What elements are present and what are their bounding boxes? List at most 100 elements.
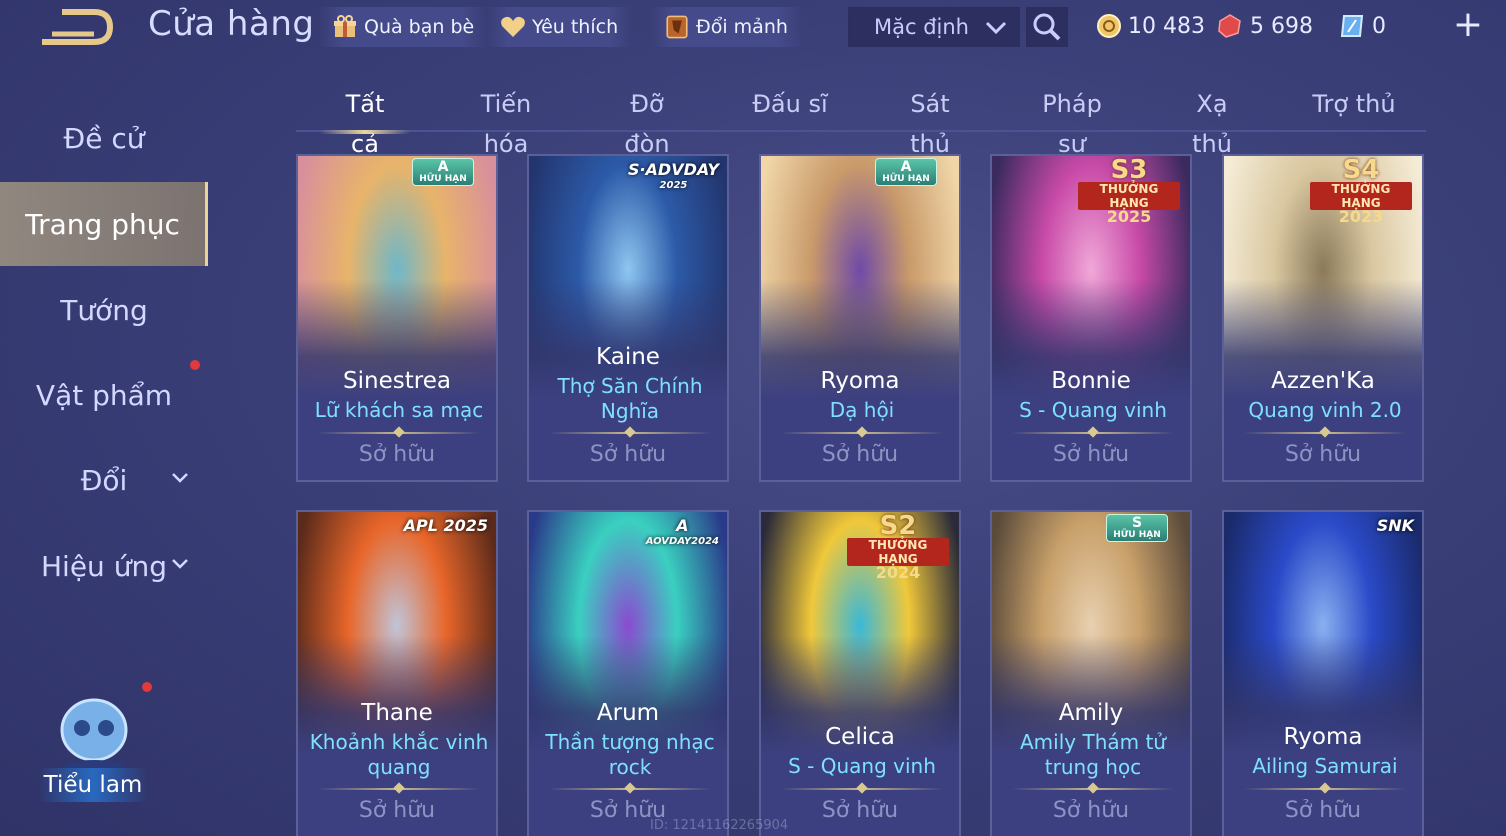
skin-card[interactable]: S2 THƯỞNG HẠNG 2024 Celica S - Quang vinh Sở … xyxy=(759,510,961,836)
skin-card[interactable]: S HỮU HẠN Amily Amily Thám tử trung học Sở h… xyxy=(990,510,1192,836)
voucher-icon xyxy=(1340,15,1364,37)
tab-all[interactable]: Tất cả xyxy=(320,84,410,158)
card-divider xyxy=(318,788,480,790)
owned-status: Sở hữu xyxy=(358,798,436,823)
sidebar-item-exchange[interactable]: Đổi xyxy=(0,440,208,520)
page-title: Cửa hàng xyxy=(148,4,315,44)
tab-evolution[interactable]: Tiến hóa xyxy=(456,84,556,158)
badge-season: S3 xyxy=(1110,155,1148,185)
sidebar-item-costumes[interactable]: Trang phục xyxy=(0,182,208,266)
skin-name: Thần tượng nhạc rock xyxy=(545,730,715,779)
add-currency-button[interactable]: + xyxy=(1452,7,1484,44)
skin-card[interactable]: APL 2025 Thane Khoảnh khắc vinh quang Sở hữ… xyxy=(296,510,498,836)
voucher-amount: 0 xyxy=(1372,13,1386,39)
shard-exchange-label: Đổi mảnh xyxy=(696,16,788,38)
skin-card[interactable]: S·ADVDAY 2025 Kaine Thợ Săn Chính Nghĩa Sở h… xyxy=(527,154,729,482)
tab-marksman[interactable]: Xạ thủ xyxy=(1176,84,1248,158)
skin-card[interactable]: S3 THƯỞNG HẠNG 2025 Bonnie S - Quang vinh Sở … xyxy=(990,154,1192,482)
chevron-down-icon xyxy=(172,559,188,569)
skin-name: Dạ hội xyxy=(829,398,895,422)
tab-tank[interactable]: Đỡ đòn xyxy=(604,84,690,158)
owned-status: Sở hữu xyxy=(821,442,899,467)
hero-name: Amily xyxy=(1058,700,1124,726)
shard-exchange-button[interactable]: Đổi mảnh xyxy=(650,7,802,47)
sidebar-item-effects[interactable]: Hiệu ứng xyxy=(0,526,208,606)
hero-name: Bonnie xyxy=(1051,368,1131,394)
owned-status: Sở hữu xyxy=(589,442,667,467)
skin-card[interactable]: SNK Ryoma Ailing Samurai Sở hữu xyxy=(1222,510,1424,836)
owned-status: Sở hữu xyxy=(821,798,899,823)
badge-text: SNK xyxy=(1376,516,1414,535)
chevron-down-icon xyxy=(985,21,1007,35)
skin-card[interactable]: S4 THƯỞNG HẠNG 2023 Azzen'Ka Quang vinh 2.0 S… xyxy=(1222,154,1424,482)
rank-reward-badge: S2 THƯỞNG HẠNG 2024 xyxy=(843,511,953,581)
sidebar-item-items[interactable]: Vật phẩm xyxy=(0,355,208,435)
avatar-label[interactable]: Tiểu lam xyxy=(38,768,148,802)
badge-text: HỮU HẠN xyxy=(882,174,930,184)
user-id-watermark: ID: 12141162265904 xyxy=(650,818,789,833)
event-badge: APL 2025 xyxy=(404,518,488,534)
sort-dropdown[interactable]: Mặc định xyxy=(848,7,1020,47)
limited-badge: S HỮU HẠN xyxy=(1106,514,1168,542)
tab-support[interactable]: Trợ thủ xyxy=(1312,84,1396,128)
category-tabs: Tất cả Tiến hóa Đỡ đòn Đấu sĩ Sát thủ Ph… xyxy=(296,78,1426,158)
badge-season: S2 xyxy=(879,511,917,541)
limited-badge: A HỮU HẠN xyxy=(412,158,474,186)
owned-status: Sở hữu xyxy=(1052,798,1130,823)
card-divider xyxy=(1012,432,1174,434)
card-divider xyxy=(549,432,711,434)
badge-year: 2024 xyxy=(875,563,921,582)
ruby-amount: 5 698 xyxy=(1250,13,1313,39)
owned-status: Sở hữu xyxy=(1284,798,1362,823)
badge-letter: A xyxy=(437,159,449,175)
badge-subtext: 2025 xyxy=(659,180,688,191)
skin-card[interactable]: A HỮU HẠN Sinestrea Lữ khách sa mạc Sở hữu xyxy=(296,154,498,482)
friend-gift-button[interactable]: Quà bạn bè xyxy=(318,7,489,47)
skin-card[interactable]: A AOVDAY2024 Arum Thần tượng nhạc rock Sở hữ… xyxy=(527,510,729,836)
sidebar-item-heroes[interactable]: Tướng xyxy=(0,270,208,350)
search-button[interactable] xyxy=(1026,7,1068,47)
skin-card[interactable]: A HỮU HẠN Ryoma Dạ hội Sở hữu xyxy=(759,154,961,482)
search-icon xyxy=(1033,13,1061,41)
hero-name: Thane xyxy=(361,700,433,726)
sidebar-item-label: Đổi xyxy=(80,463,128,497)
tab-fighter[interactable]: Đấu sĩ xyxy=(750,84,830,128)
sidebar-item-recommended[interactable]: Đề cử xyxy=(0,98,208,178)
hero-name: Kaine xyxy=(596,344,660,370)
back-arrow-icon[interactable] xyxy=(38,8,114,46)
badge-ribbon: THƯỞNG HẠNG xyxy=(1078,182,1180,210)
card-divider xyxy=(1244,788,1406,790)
sidebar-item-label: Đề cử xyxy=(63,121,145,155)
skin-name: S - Quang vinh xyxy=(1019,398,1167,422)
tab-assassin[interactable]: Sát thủ xyxy=(888,84,972,158)
rank-reward-badge: S4 THƯỞNG HẠNG 2023 xyxy=(1306,157,1416,225)
sort-value: Mặc định xyxy=(874,15,969,39)
ruby-icon xyxy=(1218,14,1241,38)
owned-status: Sở hữu xyxy=(358,442,436,467)
card-divider xyxy=(549,788,711,790)
notification-dot xyxy=(190,360,200,370)
sidebar-item-label: Hiệu ứng xyxy=(41,549,167,583)
badge-letter: S xyxy=(1131,515,1143,531)
badge-year: 2025 xyxy=(1106,207,1152,226)
voucher-currency: 0 xyxy=(1338,8,1386,44)
sidebar-item-label: Vật phẩm xyxy=(35,378,173,412)
sidebar-item-label: Trang phục xyxy=(25,207,180,241)
gold-amount: 10 483 xyxy=(1128,13,1205,39)
rank-reward-badge: S3 THƯỞNG HẠNG 2025 xyxy=(1074,155,1184,225)
orb-creature-icon xyxy=(60,698,128,772)
friend-gift-label: Quà bạn bè xyxy=(364,16,475,38)
shard-icon xyxy=(664,14,690,40)
skin-name: Thợ Săn Chính Nghĩa xyxy=(557,374,703,423)
ruby-currency: 5 698 xyxy=(1216,8,1313,44)
favorites-button[interactable]: Yêu thích xyxy=(486,7,633,47)
hero-name: Arum xyxy=(596,700,660,726)
badge-ribbon: THƯỞNG HẠNG xyxy=(1310,182,1412,210)
chevron-down-icon xyxy=(172,473,188,483)
heart-icon xyxy=(500,14,526,40)
tab-mage[interactable]: Pháp sư xyxy=(1026,84,1118,158)
badge-text: HỮU HẠN xyxy=(1113,530,1161,540)
badge-subtext: AOVDAY2024 xyxy=(645,536,719,547)
hero-name: Ryoma xyxy=(1283,724,1363,750)
owned-status: Sở hữu xyxy=(1284,442,1362,467)
